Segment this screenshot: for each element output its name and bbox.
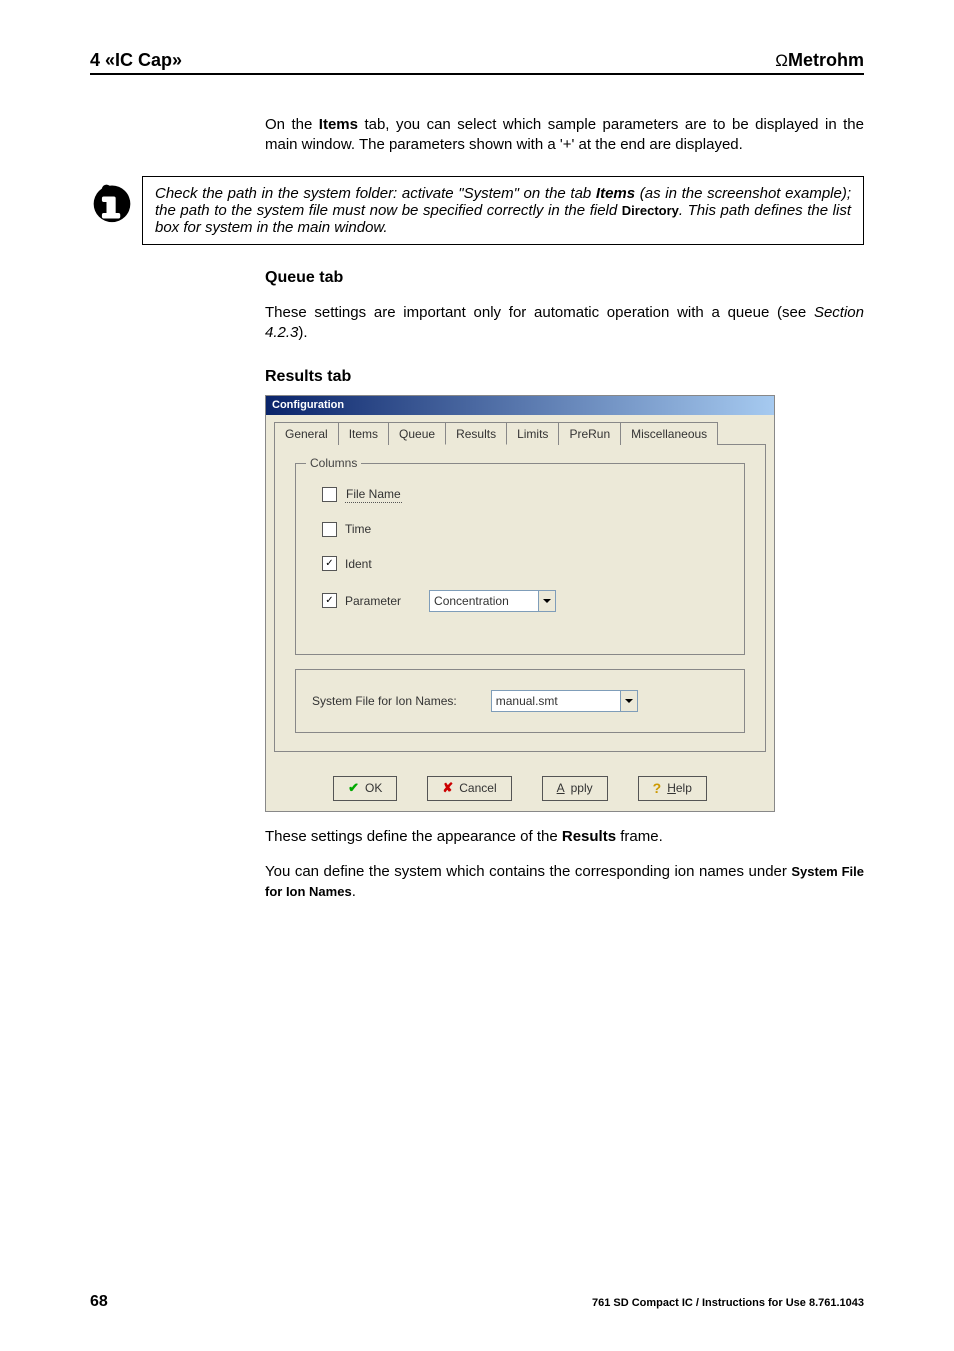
apply-label-u: A <box>557 780 565 796</box>
dialog-titlebar: Configuration <box>266 396 774 415</box>
page-number: 68 <box>90 1293 108 1311</box>
columns-fieldset: Columns File Name Time ✓ Ident ✓ <box>295 463 745 655</box>
time-label: Time <box>345 521 371 537</box>
x-icon: ✘ <box>442 779 453 797</box>
columns-legend: Columns <box>306 455 361 471</box>
config-dialog: Configuration General Items Queue Result… <box>265 395 775 811</box>
check-icon: ✔ <box>348 779 359 797</box>
body-content-2: Queue tab These settings are important o… <box>265 267 864 903</box>
page: 4 «IC Cap» ΩMetrohm On the Items tab, yo… <box>0 0 954 1351</box>
parameter-combo-button[interactable] <box>538 591 555 611</box>
results-heading: Results tab <box>265 366 864 388</box>
queue-heading: Queue tab <box>265 267 864 289</box>
parameter-label: Parameter <box>345 593 401 609</box>
ok-button[interactable]: ✔OK <box>333 776 397 801</box>
tab-queue[interactable]: Queue <box>388 422 446 445</box>
apply-button[interactable]: Apply <box>542 776 608 801</box>
results-desc-1: These settings define the appearance of … <box>265 827 864 847</box>
sysfile-combo-input[interactable] <box>492 691 620 711</box>
parameter-checkbox[interactable]: ✓ <box>322 593 337 608</box>
brand-name: Metrohm <box>788 50 864 70</box>
header-section: 4 «IC Cap» <box>90 50 182 71</box>
parameter-combo-input[interactable] <box>430 591 538 611</box>
ident-label: Ident <box>345 556 372 572</box>
sysfile-label: System File for Ion Names: <box>312 693 457 709</box>
info-note-row: Check the path in the system folder: act… <box>90 176 864 245</box>
parameter-combo[interactable] <box>429 590 556 612</box>
cancel-button[interactable]: ✘Cancel <box>427 776 511 801</box>
parameter-row: ✓ Parameter <box>322 590 728 612</box>
time-checkbox[interactable] <box>322 522 337 537</box>
results-panel: Columns File Name Time ✓ Ident ✓ <box>274 444 766 752</box>
info-note-box: Check the path in the system folder: act… <box>142 176 864 245</box>
footer-doc-id: 761 SD Compact IC / Instructions for Use… <box>592 1297 864 1309</box>
tab-prerun[interactable]: PreRun <box>558 422 621 445</box>
help-button[interactable]: ?Help <box>638 776 707 801</box>
info-icon <box>90 180 134 224</box>
brand-logo: ΩMetrohm <box>775 50 864 71</box>
results-desc-2: You can define the system which contains… <box>265 862 864 903</box>
body-content: On the Items tab, you can select which s… <box>265 115 864 156</box>
omega-icon: Ω <box>775 51 788 70</box>
ident-row: ✓ Ident <box>322 556 728 572</box>
queue-paragraph: These settings are important only for au… <box>265 303 864 344</box>
tab-limits[interactable]: Limits <box>506 422 559 445</box>
dialog-button-row: ✔OK ✘Cancel Apply ?Help <box>266 760 774 811</box>
question-icon: ? <box>653 779 662 798</box>
page-header: 4 «IC Cap» ΩMetrohm <box>90 50 864 75</box>
ident-checkbox[interactable]: ✓ <box>322 556 337 571</box>
chevron-down-icon <box>625 699 633 703</box>
filename-label: File Name <box>345 486 402 503</box>
tab-items[interactable]: Items <box>338 422 389 445</box>
items-paragraph: On the Items tab, you can select which s… <box>265 115 864 156</box>
sysfile-combo[interactable] <box>491 690 638 712</box>
page-footer: 68 761 SD Compact IC / Instructions for … <box>90 1293 864 1311</box>
dialog-tabs: General Items Queue Results Limits PreRu… <box>266 415 774 444</box>
tab-general[interactable]: General <box>274 422 339 445</box>
tab-results[interactable]: Results <box>445 422 507 445</box>
sysfile-fieldset: System File for Ion Names: <box>295 669 745 733</box>
sysfile-combo-button[interactable] <box>620 691 637 711</box>
filename-checkbox[interactable] <box>322 487 337 502</box>
tab-miscellaneous[interactable]: Miscellaneous <box>620 422 718 445</box>
time-row: Time <box>322 521 728 537</box>
chevron-down-icon <box>543 599 551 603</box>
filename-row: File Name <box>322 486 728 503</box>
